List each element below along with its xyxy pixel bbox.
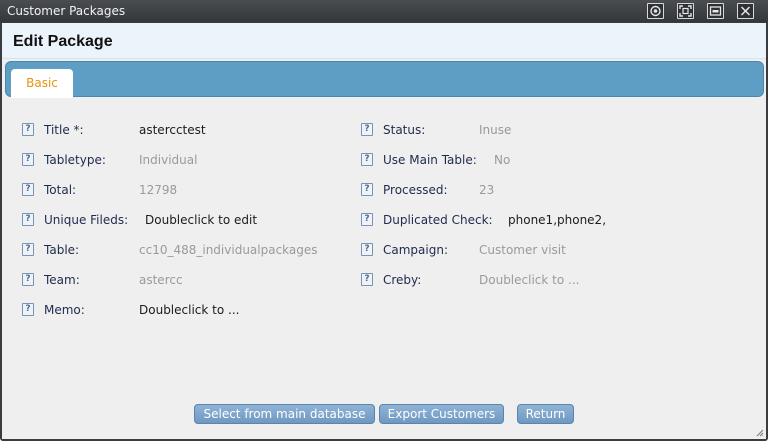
page-title: Edit Package	[13, 33, 113, 50]
field-label: Processed:	[383, 183, 448, 197]
help-icon[interactable]: ?	[361, 123, 373, 136]
field-label: Tabletype:	[44, 153, 106, 167]
tab-bar: Basic	[5, 61, 764, 98]
dialog-body: Edit Package Basic ? Title *: astercctes…	[2, 23, 766, 439]
table-value: cc10_488_individualpackages	[139, 243, 318, 257]
field-duplicated-check: ? Duplicated Check: phone1,phone2,	[361, 212, 661, 230]
field-memo: ? Memo: Doubleclick to ...	[22, 302, 342, 320]
help-icon[interactable]: ?	[22, 303, 34, 316]
minimize-button[interactable]	[707, 3, 724, 19]
field-label: Total:	[44, 183, 77, 197]
field-title: ? Title *: astercctest	[22, 122, 342, 140]
help-icon[interactable]: ?	[361, 213, 373, 226]
field-label: Campaign:	[383, 243, 448, 257]
team-value: astercc	[139, 273, 183, 287]
use-main-table-value: No	[494, 153, 511, 167]
help-icon[interactable]: ?	[22, 123, 34, 136]
maximize-icon	[679, 5, 692, 17]
window: Customer Packages Edit Package Basic ? T…	[0, 0, 768, 441]
help-icon[interactable]: ?	[361, 183, 373, 196]
minimize-icon	[709, 6, 722, 16]
field-processed: ? Processed: 23	[361, 182, 661, 200]
unique-fileds-value[interactable]: Doubleclick to edit	[145, 212, 257, 228]
campaign-value: Customer visit	[479, 243, 566, 257]
field-label: Team:	[44, 273, 80, 287]
status-value: Inuse	[479, 123, 512, 137]
field-label: Status:	[383, 123, 426, 137]
field-tabletype: ? Tabletype: Individual	[22, 152, 342, 170]
field-label: Creby:	[383, 273, 422, 287]
select-from-main-database-button[interactable]: Select from main database	[194, 404, 375, 424]
help-icon[interactable]: ?	[361, 153, 373, 166]
help-icon[interactable]: ?	[22, 273, 34, 286]
close-button[interactable]	[737, 3, 754, 19]
tabletype-value: Individual	[139, 153, 198, 167]
restore-button[interactable]	[647, 3, 664, 19]
return-button[interactable]: Return	[517, 404, 574, 424]
close-icon	[740, 6, 751, 16]
export-customers-button[interactable]: Export Customers	[379, 404, 504, 424]
field-unique-fileds: ? Unique Fileds: Doubleclick to edit	[22, 212, 342, 230]
maximize-button[interactable]	[677, 3, 694, 19]
help-icon[interactable]: ?	[22, 183, 34, 196]
field-label: Duplicated Check:	[383, 213, 493, 227]
creby-value[interactable]: Doubleclick to ...	[479, 272, 579, 288]
field-status: ? Status: Inuse	[361, 122, 661, 140]
help-icon[interactable]: ?	[361, 243, 373, 256]
field-table: ? Table: cc10_488_individualpackages	[22, 242, 352, 260]
restore-icon	[650, 5, 661, 17]
field-team: ? Team: astercc	[22, 272, 342, 290]
field-label: Title *:	[44, 123, 84, 137]
help-icon[interactable]: ?	[22, 153, 34, 166]
processed-value: 23	[479, 183, 495, 197]
window-title: Customer Packages	[7, 4, 126, 18]
duplicated-check-value[interactable]: phone1,phone2,	[508, 212, 606, 228]
help-icon[interactable]: ?	[22, 213, 34, 226]
field-creby: ? Creby: Doubleclick to ...	[361, 272, 661, 290]
resize-grip-icon[interactable]	[756, 429, 764, 437]
field-campaign: ? Campaign: Customer visit	[361, 242, 661, 260]
field-total: ? Total: 12798	[22, 182, 342, 200]
field-label: Memo:	[44, 303, 85, 317]
title-bar[interactable]: Customer Packages	[0, 0, 768, 22]
help-icon[interactable]: ?	[22, 243, 34, 256]
title-value[interactable]: astercctest	[139, 122, 206, 138]
field-label: Table:	[44, 243, 80, 257]
header: Edit Package	[2, 23, 766, 59]
total-value: 12798	[139, 183, 178, 197]
memo-value[interactable]: Doubleclick to ...	[139, 302, 239, 318]
tab-basic[interactable]: Basic	[11, 69, 73, 98]
help-icon[interactable]: ?	[361, 273, 373, 286]
field-use-main-table: ? Use Main Table: No	[361, 152, 661, 170]
field-label: Unique Fileds:	[44, 213, 129, 227]
field-label: Use Main Table:	[383, 153, 477, 167]
